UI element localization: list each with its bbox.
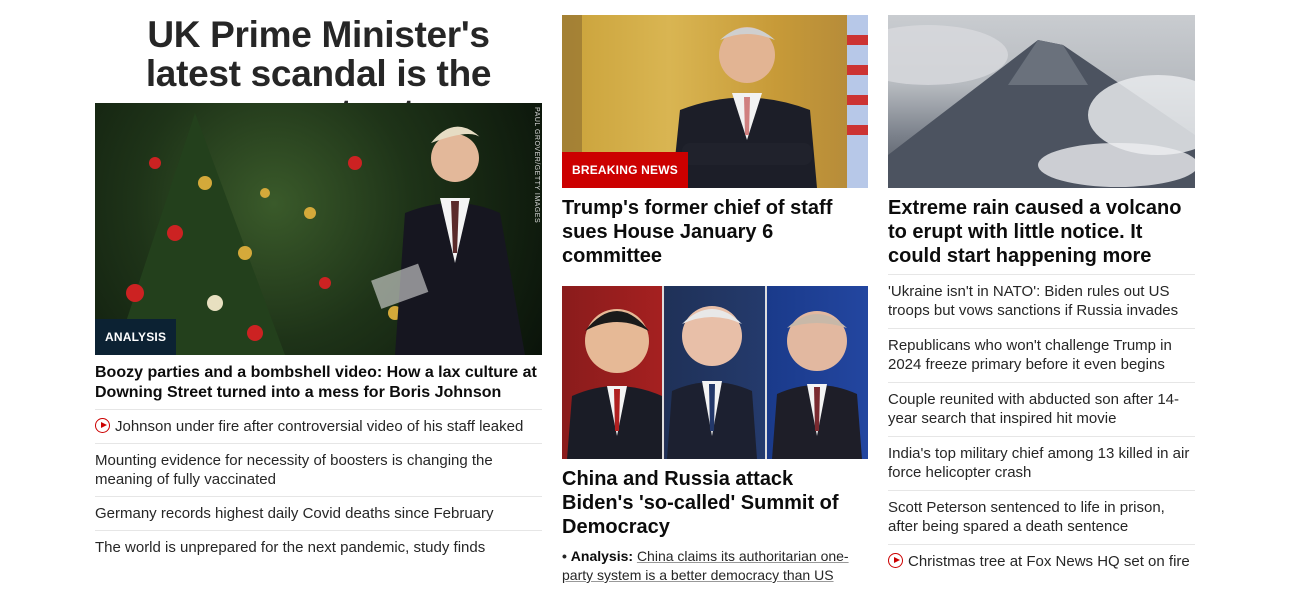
meadows-story-image[interactable]: BREAKING NEWS <box>562 15 868 188</box>
play-icon <box>888 553 903 568</box>
analysis-kicker: Analysis: <box>570 548 634 564</box>
list-item[interactable]: Christmas tree at Fox News HQ set on fir… <box>888 544 1195 579</box>
list-item[interactable]: Scott Peterson sentenced to life in pris… <box>888 490 1195 544</box>
list-item[interactable]: Germany records highest daily Covid deat… <box>95 496 542 530</box>
list-item[interactable]: Johnson under fire after controversial v… <box>95 409 542 443</box>
lead-related-list: Johnson under fire after controversial v… <box>95 409 542 564</box>
lead-story-image[interactable]: PAUL GROVER/GETTY IMAGES ANALYSIS <box>95 103 542 355</box>
breaking-news-chip: BREAKING NEWS <box>562 152 688 188</box>
list-item[interactable]: Couple reunited with abducted son after … <box>888 382 1195 436</box>
volcano-story-image[interactable] <box>888 15 1195 188</box>
photo-credit: PAUL GROVER/GETTY IMAGES <box>533 107 540 224</box>
meadows-story-title[interactable]: Trump's former chief of staff sues House… <box>562 196 868 268</box>
list-item[interactable]: India's top military chief among 13 kill… <box>888 436 1195 490</box>
leaders-photo-graphic <box>567 286 862 459</box>
list-item[interactable]: The world is unprepared for the next pan… <box>95 530 542 564</box>
play-icon <box>95 418 110 433</box>
list-item[interactable]: Republicans who won't challenge Trump in… <box>888 328 1195 382</box>
lead-headline[interactable]: UK Prime Minister's latest scandal is th… <box>95 15 542 132</box>
bullet-icon: • <box>562 548 567 564</box>
christmas-tree-graphic <box>115 113 525 355</box>
summit-story-title[interactable]: China and Russia attack Biden's 'so-call… <box>562 467 868 539</box>
list-item[interactable]: 'Ukraine isn't in NATO': Biden rules out… <box>888 274 1195 328</box>
lead-story-title[interactable]: Boozy parties and a bombshell video: How… <box>95 363 542 403</box>
analysis-chip: ANALYSIS <box>95 319 177 355</box>
volcano-story-title[interactable]: Extreme rain caused a volcano to erupt w… <box>888 196 1195 268</box>
right-column: Extreme rain caused a volcano to erupt w… <box>888 0 1195 579</box>
list-item[interactable]: Mounting evidence for necessity of boost… <box>95 443 542 496</box>
volcano-graphic <box>888 25 1195 188</box>
summit-story-image[interactable] <box>562 286 868 459</box>
lead-story-column: UK Prime Minister's latest scandal is th… <box>95 0 542 564</box>
right-related-list: 'Ukraine isn't in NATO': Biden rules out… <box>888 274 1195 579</box>
middle-column: BREAKING NEWS Trump's former chief of st… <box>562 0 868 585</box>
analysis-link-line: • Analysis: China claims its authoritari… <box>562 547 868 585</box>
